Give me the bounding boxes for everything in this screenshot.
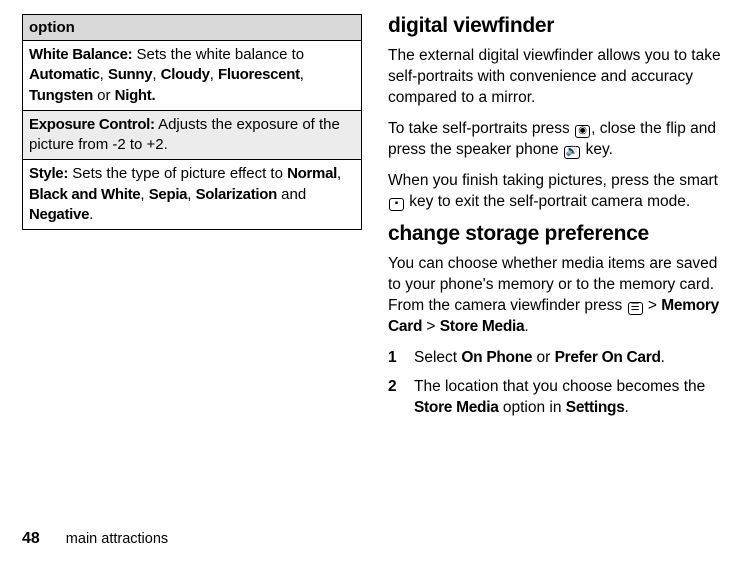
speaker-icon: 🔊 <box>564 146 580 159</box>
step-2: 2 The location that you choose becomes t… <box>388 377 728 419</box>
table-row-exposure: Exposure Control: Adjusts the exposure o… <box>23 110 362 160</box>
table-header: option <box>23 15 362 41</box>
step-1: 1 Select On Phone or Prefer On Card. <box>388 348 728 369</box>
table-row-white-balance: White Balance: Sets the white balance to… <box>23 41 362 111</box>
storage-p1: You can choose whether media items are s… <box>388 254 728 338</box>
heading-storage-preference: change storage preference <box>388 222 728 246</box>
heading-digital-viewfinder: digital viewfinder <box>388 14 728 38</box>
table-row-style: Style: Sets the type of picture effect t… <box>23 160 362 230</box>
options-table: option White Balance: Sets the white bal… <box>22 14 362 230</box>
digital-p2: To take self-portraits press ◉, close th… <box>388 119 728 161</box>
smart-key-icon: ▪ <box>389 198 404 211</box>
right-column: digital viewfinder The external digital … <box>388 14 728 494</box>
camera-icon: ◉ <box>575 125 590 138</box>
digital-p1: The external digital viewfinder allows y… <box>388 46 728 109</box>
digital-p3: When you finish taking pictures, press t… <box>388 171 728 213</box>
menu-icon: ☰ <box>628 302 643 315</box>
section-title: main attractions <box>66 531 168 547</box>
page-number: 48 <box>22 530 40 548</box>
left-column: option White Balance: Sets the white bal… <box>22 14 362 494</box>
page-footer: 48 main attractions <box>22 530 168 548</box>
steps-list: 1 Select On Phone or Prefer On Card. 2 T… <box>388 348 728 419</box>
